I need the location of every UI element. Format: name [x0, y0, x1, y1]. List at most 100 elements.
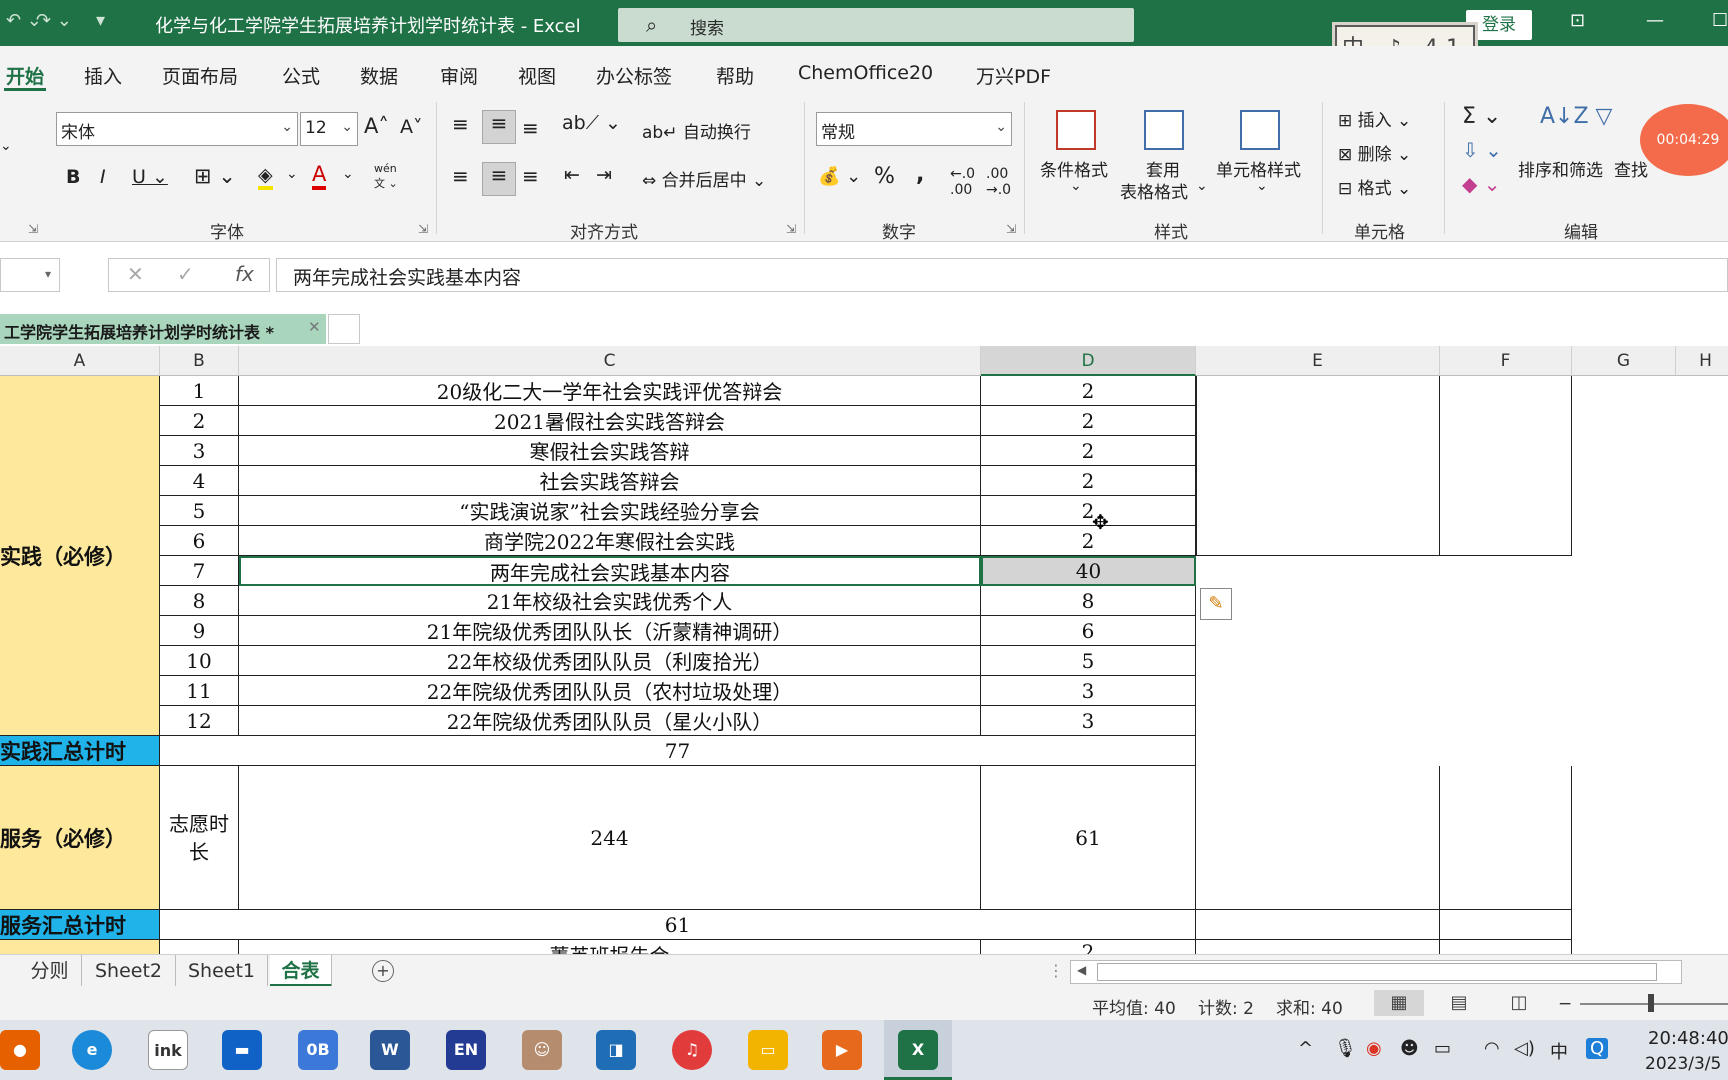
cancel-icon[interactable]: ✕: [127, 262, 144, 286]
bold-icon[interactable]: B: [66, 166, 80, 188]
page-layout-view-icon[interactable]: ▤: [1434, 990, 1484, 1016]
sort-filter-label[interactable]: 排序和筛选: [1518, 156, 1603, 181]
row-no-cell[interactable]: 10: [160, 646, 239, 676]
column-header-c[interactable]: C: [239, 346, 981, 376]
category-next-cell[interactable]: [0, 940, 160, 954]
file-explorer-icon[interactable]: ▭: [748, 1030, 788, 1070]
autosum-icon[interactable]: Σ ⌄: [1462, 104, 1501, 129]
empty-bordered-cell-f[interactable]: [1440, 940, 1572, 954]
sheet-tab-sheet1[interactable]: Sheet1: [176, 955, 268, 987]
row-no-cell[interactable]: 4: [160, 466, 239, 496]
decrease-font-icon[interactable]: A˅: [400, 116, 423, 138]
clear-icon[interactable]: ◆ ⌄: [1462, 172, 1501, 196]
table-format-label-2[interactable]: 表格格式: [1120, 178, 1188, 203]
align-launcher-icon[interactable]: ⇲: [786, 222, 796, 236]
insert-cells-button[interactable]: ⊞ 插入 ⌄: [1338, 106, 1411, 131]
decrease-indent-icon[interactable]: ⇤: [564, 164, 580, 186]
ink-app-icon[interactable]: ink: [148, 1030, 188, 1070]
orientation-icon[interactable]: ab⟋ ⌄: [562, 112, 621, 134]
number-launcher-icon[interactable]: ⇲: [1006, 222, 1016, 236]
sheet-tab-rules[interactable]: 分则: [18, 955, 82, 987]
fill-color-icon[interactable]: ◈: [258, 164, 273, 190]
page-break-view-icon[interactable]: ◫: [1494, 990, 1544, 1016]
empty-bordered-cell-e[interactable]: [1196, 376, 1440, 556]
empty-bordered-cell-f[interactable]: [1440, 766, 1572, 910]
en-dictionary-icon[interactable]: EN: [446, 1030, 486, 1070]
empty-bordered-cell-f[interactable]: [1440, 910, 1572, 940]
row-no-cell[interactable]: 11: [160, 676, 239, 706]
volume-icon[interactable]: ◁): [1514, 1038, 1535, 1059]
percent-icon[interactable]: %: [874, 164, 895, 189]
comma-style-icon[interactable]: ,: [916, 162, 924, 187]
activity-name-cell[interactable]: 22年院级优秀团队队员（农村垃圾处理）: [239, 676, 981, 706]
fill-icon[interactable]: ⇩ ⌄: [1462, 138, 1502, 162]
minimize-icon[interactable]: —: [1646, 10, 1664, 31]
align-left-icon[interactable]: ≡: [452, 164, 469, 188]
increase-decimal-icon[interactable]: ←.0.00: [950, 166, 975, 198]
service-total-label[interactable]: 服务汇总计时: [0, 910, 160, 940]
service-hours-raw-cell[interactable]: 244: [239, 766, 981, 910]
firefox-icon[interactable]: ●: [0, 1030, 40, 1070]
row-no-cell[interactable]: [160, 940, 239, 954]
character-app-icon[interactable]: ☺: [522, 1030, 562, 1070]
video-editor-icon[interactable]: ▶: [822, 1030, 862, 1070]
italic-icon[interactable]: I: [100, 166, 106, 188]
new-document-tab[interactable]: [328, 314, 360, 344]
column-header-b[interactable]: B: [160, 346, 239, 376]
category-service-cell[interactable]: 服务（必修）: [0, 766, 160, 910]
wrap-text-button[interactable]: ab↵ 自动换行: [642, 118, 751, 143]
search-box[interactable]: ⌕ 搜索: [618, 8, 1134, 42]
tab-insert[interactable]: 插入: [84, 62, 122, 89]
row-no-cell[interactable]: 7: [160, 556, 239, 586]
find-label[interactable]: 查找: [1614, 156, 1648, 181]
panda-icon[interactable]: ☻: [1400, 1038, 1419, 1059]
sheet-tab-sheet2[interactable]: Sheet2: [82, 955, 176, 987]
accounting-format-icon[interactable]: 💰 ⌄: [818, 166, 861, 187]
column-header-f[interactable]: F: [1440, 346, 1572, 376]
login-button[interactable]: 登录: [1466, 10, 1532, 40]
enter-icon[interactable]: ✓: [177, 262, 194, 286]
align-center-icon[interactable]: ≡: [482, 162, 516, 196]
close-icon[interactable]: ✕: [308, 318, 321, 336]
row-no-cell[interactable]: 3: [160, 436, 239, 466]
hours-cell[interactable]: 2: [981, 376, 1196, 406]
hours-cell[interactable]: 3: [981, 676, 1196, 706]
practice-total-value[interactable]: 77: [160, 736, 1196, 766]
align-top-icon[interactable]: ≡: [452, 112, 469, 136]
chevron-down-icon[interactable]: ⌄: [286, 166, 298, 182]
hours-cell[interactable]: 2: [981, 526, 1196, 556]
sheet-tab-combined[interactable]: 合表: [270, 955, 332, 987]
underline-icon[interactable]: U ⌄: [132, 166, 168, 188]
category-practice-cell[interactable]: 实践（必修）: [0, 376, 160, 736]
hours-cell[interactable]: 2: [981, 940, 1196, 954]
tray-expand-icon[interactable]: ^: [1298, 1038, 1313, 1059]
font-launcher-icon[interactable]: ⇲: [418, 222, 428, 236]
normal-view-icon[interactable]: ▦: [1374, 990, 1424, 1016]
practice-total-label[interactable]: 实践汇总计时: [0, 736, 160, 766]
format-painter-icon[interactable]: ⌄: [0, 138, 12, 154]
hours-cell[interactable]: 2: [981, 466, 1196, 496]
row-no-cell[interactable]: 1: [160, 376, 239, 406]
tab-wanxing-pdf[interactable]: 万兴PDF: [976, 62, 1051, 89]
tab-splitter-icon[interactable]: ⋮: [1048, 961, 1064, 980]
hours-cell[interactable]: 2: [981, 496, 1196, 526]
microphone-icon[interactable]: 🎙: [1334, 1038, 1357, 1059]
insert-function-icon[interactable]: fx: [235, 262, 254, 286]
tab-home[interactable]: 开始: [6, 62, 44, 89]
activity-name-cell[interactable]: 21年院级优秀团队队长（沂蒙精神调研）: [239, 616, 981, 646]
clock-date[interactable]: 2023/3/5: [1645, 1054, 1721, 1074]
empty-bordered-cell-e[interactable]: [1196, 940, 1440, 954]
activity-name-cell[interactable]: 21年校级社会实践优秀个人: [239, 586, 981, 616]
tab-review[interactable]: 审阅: [440, 62, 478, 89]
row-no-cell[interactable]: 8: [160, 586, 239, 616]
phonetic-guide-icon[interactable]: wén 文 ⌄: [374, 162, 398, 191]
chevron-down-icon[interactable]: ⌄: [1196, 178, 1208, 194]
activity-name-cell[interactable]: 22年院级优秀团队队员（星火小队）: [239, 706, 981, 736]
tab-formulas[interactable]: 公式: [282, 62, 320, 89]
font-color-icon[interactable]: A: [312, 162, 327, 190]
zoom-slider-thumb[interactable]: [1648, 994, 1654, 1012]
activity-name-cell[interactable]: “实践演说家”社会实践经验分享会: [239, 496, 981, 526]
app-icon-ob[interactable]: 0B: [298, 1030, 338, 1070]
chevron-down-icon[interactable]: ⌄: [342, 166, 354, 182]
tab-chemoffice[interactable]: ChemOffice20: [798, 62, 933, 84]
